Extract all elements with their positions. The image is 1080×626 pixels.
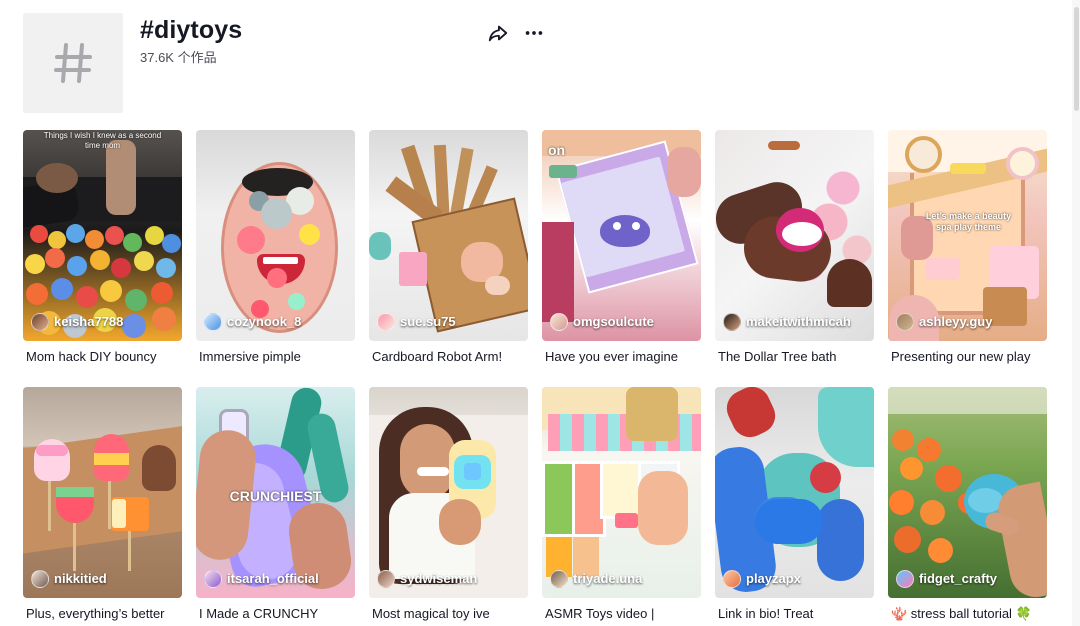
beauty-spa-playhouse-thumbnail-image [888, 130, 1047, 341]
author-avatar [896, 313, 914, 331]
share-arrow-icon [488, 25, 508, 42]
vertical-scrollbar[interactable] [1072, 0, 1080, 626]
video-thumbnail[interactable]: makeitwithmicah [715, 130, 874, 341]
hashtag-avatar [23, 13, 123, 113]
video-thumbnail[interactable]: CRUNCHIEST itsarah_official [196, 387, 355, 598]
video-caption[interactable]: Presenting our new play [891, 348, 1047, 366]
video-author[interactable]: omgsoulcute [550, 313, 654, 331]
author-name[interactable]: playzapx [746, 571, 801, 587]
author-avatar [377, 313, 395, 331]
ball-pit-thumbnail-image [23, 130, 182, 341]
more-options-button[interactable] [521, 20, 547, 46]
video-author[interactable]: fidget_crafty [896, 570, 997, 588]
video-card[interactable]: cozynook_8 Immersive pimple [196, 130, 355, 376]
video-caption[interactable]: Mom hack DIY bouncy [26, 348, 182, 366]
video-author[interactable]: makeitwithmicah [723, 313, 851, 331]
author-avatar [896, 570, 914, 588]
author-avatar [723, 570, 741, 588]
video-thumbnail[interactable]: sydwiseman [369, 387, 528, 598]
author-name[interactable]: omgsoulcute [573, 314, 654, 330]
author-avatar [204, 313, 222, 331]
video-thumbnail[interactable]: triyade.una [542, 387, 701, 598]
video-card[interactable]: sue.su75 Cardboard Robot Arm! [369, 130, 528, 376]
video-caption[interactable]: Immersive pimple [199, 348, 355, 366]
cardboard-robot-arm-thumbnail-image [369, 130, 528, 341]
asmr-toys-thumbnail-image [542, 387, 701, 598]
author-avatar [550, 313, 568, 331]
author-avatar [723, 313, 741, 331]
share-button[interactable] [485, 20, 511, 46]
video-caption[interactable]: Have you ever imagine [545, 348, 701, 366]
video-thumbnail[interactable]: Things I wish I knew as a second time mo… [23, 130, 182, 341]
scrollbar-thumb[interactable] [1074, 7, 1079, 111]
video-card[interactable]: playzapx Link in bio! Treat [715, 387, 874, 626]
video-caption[interactable]: The Dollar Tree bath [718, 348, 874, 366]
author-name[interactable]: cozynook_8 [227, 314, 301, 330]
video-count: 37.6K 个作品 [140, 50, 217, 65]
video-thumbnail[interactable]: cozynook_8 [196, 130, 355, 341]
video-thumbnail[interactable]: playzapx [715, 387, 874, 598]
video-caption[interactable]: Plus, everything’s better [26, 605, 182, 623]
author-avatar [550, 570, 568, 588]
page-title: #diytoys [140, 16, 243, 44]
playzap-toy-thumbnail-image [715, 387, 874, 598]
video-author[interactable]: keisha7788 [31, 313, 123, 331]
magical-toy-thumbnail-image [369, 387, 528, 598]
video-card[interactable]: triyade.una ASMR Toys video | [542, 387, 701, 626]
video-caption[interactable]: Link in bio! Treat [718, 605, 874, 623]
popsicle-toys-thumbnail-image [23, 387, 182, 598]
author-name[interactable]: triyade.una [573, 571, 642, 587]
author-avatar [377, 570, 395, 588]
video-card[interactable]: sydwiseman Most magical toy ive [369, 387, 528, 626]
video-thumbnail[interactable]: nikkitied [23, 387, 182, 598]
stress-ball-thumbnail-image [888, 387, 1047, 598]
author-avatar [31, 570, 49, 588]
author-avatar [204, 570, 222, 588]
video-card[interactable]: nikkitied Plus, everything’s better [23, 387, 182, 626]
video-author[interactable]: ashleyy.guy [896, 313, 992, 331]
pimple-toy-thumbnail-image [196, 130, 355, 341]
video-caption[interactable]: ASMR Toys video | [545, 605, 701, 623]
crunchy-bottle-thumbnail-image [196, 387, 355, 598]
video-caption[interactable]: Most magical toy ive [372, 605, 528, 623]
more-dots-icon [525, 31, 543, 35]
hashtag-icon [54, 43, 92, 83]
bath-toy-thumbnail-image [715, 130, 874, 341]
author-name[interactable]: itsarah_official [227, 571, 319, 587]
author-name[interactable]: keisha7788 [54, 314, 123, 330]
video-caption[interactable]: 🪸 stress ball tutorial 🍀 [891, 605, 1047, 623]
video-author[interactable]: nikkitied [31, 570, 107, 588]
video-thumbnail[interactable]: sue.su75 [369, 130, 528, 341]
gift-box-thumbnail-image [542, 130, 701, 341]
video-card[interactable]: Let’s make a beauty spa play theme ashle… [888, 130, 1047, 376]
video-card[interactable]: Things I wish I knew as a second time mo… [23, 130, 182, 376]
video-author[interactable]: itsarah_official [204, 570, 319, 588]
video-author[interactable]: playzapx [723, 570, 801, 588]
video-author[interactable]: sydwiseman [377, 570, 477, 588]
video-author[interactable]: sue.su75 [377, 313, 456, 331]
author-name[interactable]: sue.su75 [400, 314, 456, 330]
video-thumbnail[interactable]: fidget_crafty [888, 387, 1047, 598]
video-card[interactable]: fidget_crafty 🪸 stress ball tutorial 🍀 [888, 387, 1047, 626]
video-card[interactable]: makeitwithmicah The Dollar Tree bath [715, 130, 874, 376]
video-caption[interactable]: I Made a CRUNCHY [199, 605, 355, 623]
author-name[interactable]: nikkitied [54, 571, 107, 587]
video-thumbnail[interactable]: on omgsoulcute [542, 130, 701, 341]
author-name[interactable]: makeitwithmicah [746, 314, 851, 330]
video-author[interactable]: cozynook_8 [204, 313, 301, 331]
video-thumbnail[interactable]: Let’s make a beauty spa play theme ashle… [888, 130, 1047, 341]
video-author[interactable]: triyade.una [550, 570, 642, 588]
video-caption[interactable]: Cardboard Robot Arm! [372, 348, 528, 366]
hashtag-page: #diytoys 37.6K 个作品 Things I wish I knew … [0, 0, 1080, 626]
author-avatar [31, 313, 49, 331]
video-card[interactable]: on omgsoulcute Have you ever imagine [542, 130, 701, 376]
video-card[interactable]: CRUNCHIEST itsarah_official I Made a CRU… [196, 387, 355, 626]
author-name[interactable]: sydwiseman [400, 571, 477, 587]
author-name[interactable]: ashleyy.guy [919, 314, 992, 330]
author-name[interactable]: fidget_crafty [919, 571, 997, 587]
